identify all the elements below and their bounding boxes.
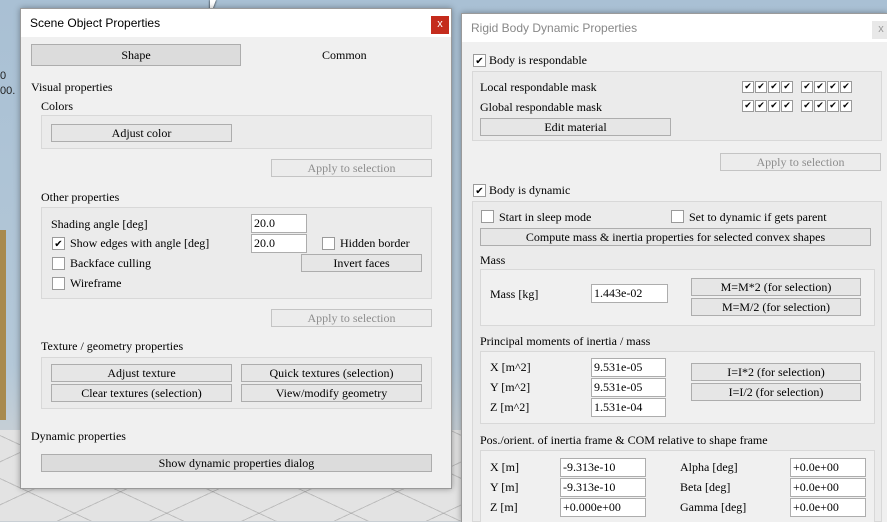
mask-checkbox[interactable]: [781, 100, 793, 112]
inertia-y-field[interactable]: 9.531e-05: [591, 378, 666, 397]
dialog-titlebar[interactable]: Scene Object Properties x: [21, 9, 451, 37]
mask-checkbox[interactable]: [840, 81, 852, 93]
pos-orient-header: Pos./orient. of inertia frame & COM rela…: [480, 433, 768, 447]
mass-times-2-button[interactable]: M=M*2 (for selection): [691, 278, 861, 296]
inertia-header: Principal moments of inertia / mass: [480, 334, 651, 348]
hidden-border-checkbox[interactable]: [322, 237, 335, 250]
mask-checkbox[interactable]: [755, 100, 767, 112]
backface-culling-label: Backface culling: [70, 256, 151, 270]
mass-label: Mass [kg]: [490, 287, 539, 301]
close-button[interactable]: x: [431, 16, 449, 34]
scene-side-text: 0: [0, 70, 7, 82]
apply-to-selection-button[interactable]: Apply to selection: [271, 309, 432, 327]
global-mask-label: Global respondable mask: [480, 100, 602, 114]
mask-checkbox[interactable]: [755, 81, 767, 93]
dialog-title: Rigid Body Dynamic Properties: [471, 21, 638, 35]
set-dynamic-parent-label: Set to dynamic if gets parent: [689, 210, 827, 224]
mask-checkbox[interactable]: [768, 100, 780, 112]
dynamic-properties-label: Dynamic properties: [31, 429, 126, 443]
start-sleep-checkbox[interactable]: [481, 210, 494, 223]
mass-header: Mass: [480, 253, 506, 267]
tab-shape[interactable]: Shape: [31, 44, 241, 66]
section-visual-properties: Visual properties: [31, 80, 113, 94]
inertia-times-2-button[interactable]: I=I*2 (for selection): [691, 363, 861, 381]
mask-checkbox[interactable]: [814, 100, 826, 112]
mask-checkbox[interactable]: [814, 81, 826, 93]
other-properties-label: Other properties: [41, 190, 120, 204]
pos-z-field[interactable]: +0.000e+00: [560, 498, 646, 517]
rigid-body-dynamic-properties-dialog: Rigid Body Dynamic Properties x Body is …: [461, 13, 887, 522]
inertia-divide-2-button[interactable]: I=I/2 (for selection): [691, 383, 861, 401]
gamma-field[interactable]: +0.0e+00: [790, 498, 866, 517]
body-dynamic-checkbox[interactable]: [473, 184, 486, 197]
mask-checkbox[interactable]: [742, 100, 754, 112]
edit-material-button[interactable]: Edit material: [480, 118, 671, 136]
wireframe-label: Wireframe: [70, 276, 122, 290]
local-mask-label: Local respondable mask: [480, 80, 597, 94]
inertia-z-label: Z [m^2]: [490, 400, 530, 414]
apply-to-selection-button[interactable]: Apply to selection: [720, 153, 881, 171]
scene-object-properties-dialog: Scene Object Properties x Shape Common V…: [20, 8, 452, 489]
start-sleep-label: Start in sleep mode: [499, 210, 592, 224]
mask-checkbox[interactable]: [801, 100, 813, 112]
pos-y-field[interactable]: -9.313e-10: [560, 478, 646, 497]
mask-checkbox[interactable]: [768, 81, 780, 93]
texture-geometry-label: Texture / geometry properties: [41, 339, 184, 353]
mask-checkbox[interactable]: [801, 81, 813, 93]
backface-culling-checkbox[interactable]: [52, 257, 65, 270]
show-edges-label: Show edges with angle [deg]: [70, 236, 210, 250]
hidden-border-label: Hidden border: [340, 236, 410, 250]
show-dynamic-properties-button[interactable]: Show dynamic properties dialog: [41, 454, 432, 472]
alpha-label: Alpha [deg]: [680, 460, 738, 474]
mask-checkbox[interactable]: [840, 100, 852, 112]
local-respondable-mask[interactable]: [742, 81, 853, 93]
alpha-field[interactable]: +0.0e+00: [790, 458, 866, 477]
mask-checkbox[interactable]: [742, 81, 754, 93]
scene-object: [0, 230, 6, 420]
view-modify-geometry-button[interactable]: View/modify geometry: [241, 384, 422, 402]
mask-checkbox[interactable]: [827, 100, 839, 112]
close-button[interactable]: x: [872, 21, 887, 39]
wireframe-checkbox[interactable]: [52, 277, 65, 290]
dialog-titlebar[interactable]: Rigid Body Dynamic Properties x: [462, 14, 887, 42]
invert-faces-button[interactable]: Invert faces: [301, 254, 422, 272]
gamma-label: Gamma [deg]: [680, 500, 747, 514]
body-respondable-checkbox[interactable]: [473, 54, 486, 67]
scene-side-text: 00.: [0, 85, 16, 97]
beta-label: Beta [deg]: [680, 480, 731, 494]
compute-mass-inertia-button[interactable]: Compute mass & inertia properties for se…: [480, 228, 871, 246]
pos-y-label: Y [m]: [490, 480, 519, 494]
mass-field[interactable]: 1.443e-02: [591, 284, 668, 303]
body-dynamic-label: Body is dynamic: [489, 183, 571, 197]
show-edges-checkbox[interactable]: [52, 237, 65, 250]
inertia-x-label: X [m^2]: [490, 360, 531, 374]
apply-to-selection-button[interactable]: Apply to selection: [271, 159, 432, 177]
quick-textures-button[interactable]: Quick textures (selection): [241, 364, 422, 382]
mask-checkbox[interactable]: [781, 81, 793, 93]
set-dynamic-parent-checkbox[interactable]: [671, 210, 684, 223]
clear-textures-button[interactable]: Clear textures (selection): [51, 384, 232, 402]
show-edges-angle-field[interactable]: 20.0: [251, 234, 307, 253]
inertia-z-field[interactable]: 1.531e-04: [591, 398, 666, 417]
pos-x-label: X [m]: [490, 460, 519, 474]
adjust-texture-button[interactable]: Adjust texture: [51, 364, 232, 382]
body-respondable-label: Body is respondable: [489, 53, 587, 67]
mask-checkbox[interactable]: [827, 81, 839, 93]
adjust-color-button[interactable]: Adjust color: [51, 124, 232, 142]
pos-z-label: Z [m]: [490, 500, 518, 514]
mass-divide-2-button[interactable]: M=M/2 (for selection): [691, 298, 861, 316]
colors-label: Colors: [41, 99, 74, 113]
inertia-x-field[interactable]: 9.531e-05: [591, 358, 666, 377]
dialog-title: Scene Object Properties: [30, 16, 161, 30]
global-respondable-mask[interactable]: [742, 100, 853, 112]
inertia-y-label: Y [m^2]: [490, 380, 531, 394]
beta-field[interactable]: +0.0e+00: [790, 478, 866, 497]
tab-common[interactable]: Common: [322, 48, 367, 63]
pos-x-field[interactable]: -9.313e-10: [560, 458, 646, 477]
shading-angle-field[interactable]: 20.0: [251, 214, 307, 233]
shading-angle-label: Shading angle [deg]: [51, 217, 148, 231]
